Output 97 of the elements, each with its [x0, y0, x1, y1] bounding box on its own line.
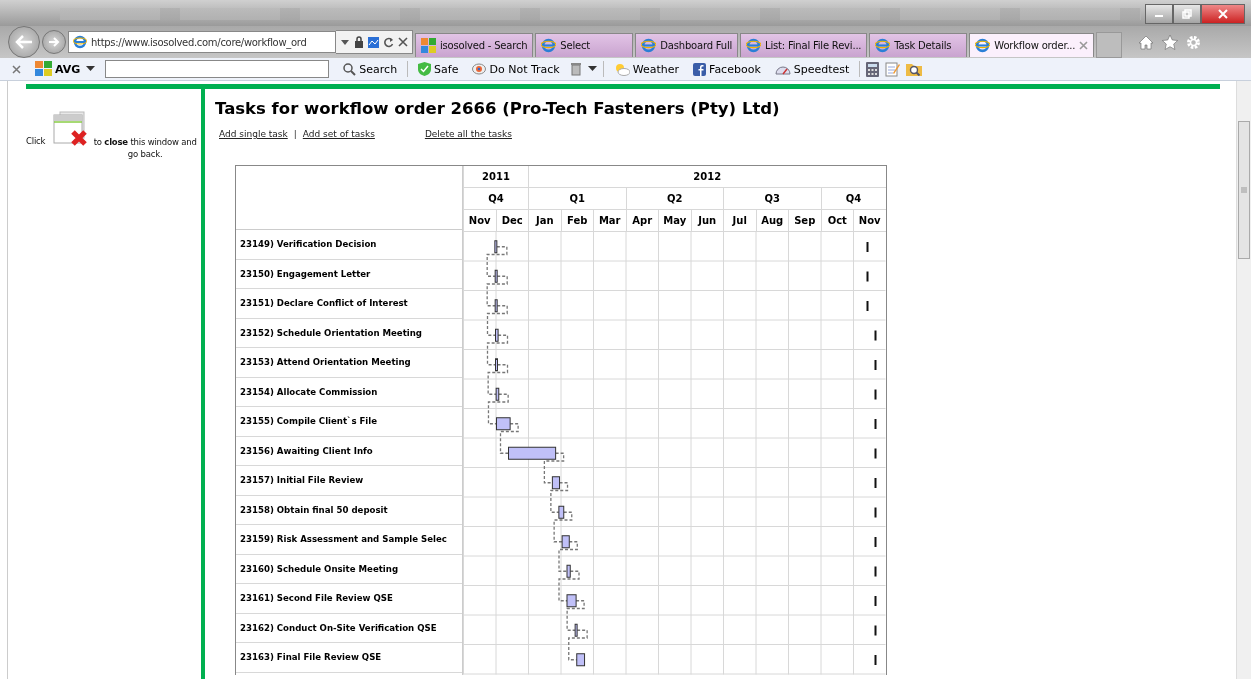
browser-tab[interactable]: Dashboard Full [635, 33, 739, 57]
instruction-text: to close this window and go back. [92, 136, 198, 160]
task-name: 23149) Verification Decision [236, 230, 462, 260]
facebook-icon [693, 62, 707, 76]
task-name: 23163) Final File Review QSE [236, 643, 462, 673]
avg-logo-icon [35, 61, 53, 77]
month-header: Feb [560, 210, 593, 231]
separator: | [293, 129, 297, 139]
quarter-header: Q4 [820, 188, 886, 209]
restore-button[interactable] [1173, 4, 1201, 24]
lock-icon[interactable] [354, 36, 364, 48]
address-bar[interactable]: https://www.isosolved.com/core/workflow_ord [68, 31, 336, 53]
browser-icon [73, 35, 87, 49]
month-header: Dec [495, 210, 528, 231]
month-header: Jul [723, 210, 756, 231]
toolbar-button[interactable]: Speedtest [774, 62, 850, 76]
task-name: 23158) Obtain final 50 deposit [236, 495, 462, 525]
grip-icon [1241, 187, 1247, 193]
home-icon[interactable] [1138, 34, 1155, 50]
close-tab-icon[interactable] [1079, 41, 1089, 50]
caret-icon[interactable] [86, 66, 96, 72]
weather-icon [613, 62, 630, 76]
toolbar-button[interactable]: Facebook [693, 62, 761, 76]
month-header: Nov [853, 210, 886, 231]
back-button[interactable] [8, 26, 40, 58]
month-header: Nov [463, 210, 496, 231]
tab-icon [875, 38, 891, 53]
tab-icon [746, 38, 762, 53]
task-name: 23151) Declare Conflict of Interest [236, 289, 462, 319]
month-header: Apr [625, 210, 658, 231]
task-name: 23156) Awaiting Client Info [236, 436, 462, 466]
tab-icon [641, 38, 657, 53]
add-single-task-link[interactable]: Add single task [219, 129, 288, 139]
toolbar-button[interactable]: Safe [418, 62, 459, 76]
month-header: Oct [820, 210, 853, 231]
arrow-right-icon [48, 37, 60, 47]
task-name: 23153) Attend Orientation Meeting [236, 348, 462, 378]
tab-icon [541, 38, 557, 53]
shield-icon [418, 62, 432, 76]
quarter-header: Q1 [528, 188, 626, 209]
trash-icon[interactable] [569, 62, 582, 76]
avg-menu[interactable]: AVG [35, 61, 81, 77]
quarter-header: Q4 [463, 188, 528, 209]
month-header: Jan [528, 210, 561, 231]
close-icon[interactable] [12, 64, 21, 74]
year-header: 2011 [463, 166, 528, 187]
search-icon [343, 62, 357, 76]
task-name: 23161) Second File Review QSE [236, 584, 462, 614]
month-header: May [658, 210, 691, 231]
tab-icon [975, 38, 991, 53]
browser-tab[interactable]: Task Details [869, 33, 968, 57]
task-name: 23150) Engagement Letter [236, 259, 462, 289]
browser-tab[interactable]: List: Final File Revi... [740, 33, 868, 57]
month-header: Sep [788, 210, 821, 231]
arrow-left-icon [15, 35, 33, 49]
quarter-header: Q3 [723, 188, 821, 209]
close-window-icon[interactable] [51, 110, 90, 148]
task-name: 23152) Schedule Orientation Meeting [236, 318, 462, 348]
quarter-header: Q2 [625, 188, 723, 209]
calculator-icon[interactable] [866, 61, 880, 77]
dropdown-icon[interactable] [340, 37, 350, 47]
year-header: 2012 [528, 166, 886, 187]
minimize-button[interactable] [1145, 4, 1173, 24]
task-name: 23154) Allocate Commission [236, 377, 462, 407]
instruction-text: Click [26, 136, 46, 146]
tab-icon [421, 38, 436, 53]
task-name: 23162) Conduct On-Site Verification QSE [236, 613, 462, 643]
delete-all-tasks-link[interactable]: Delete all the tasks [424, 129, 512, 139]
month-header: Mar [593, 210, 626, 231]
toolbar-button[interactable]: Do Not Track [472, 62, 560, 76]
restore-icon [1182, 9, 1192, 19]
folder-search-icon[interactable] [906, 62, 923, 76]
month-header: Jun [690, 210, 723, 231]
refresh-icon[interactable] [383, 36, 394, 48]
browser-tab[interactable]: Workflow order... [969, 33, 1095, 57]
task-name: 23159) Risk Assessment and Sample Selec [236, 525, 462, 555]
month-header: Aug [755, 210, 788, 231]
browser-tab[interactable]: Select [535, 33, 634, 57]
task-name: 23155) Compile Client`s File [236, 407, 462, 437]
page-title: Tasks for workflow order 2666 (Pro-Tech Fasteners (Pty) Ltd) [215, 99, 781, 118]
scrollbar[interactable] [1236, 81, 1251, 679]
compatibility-icon[interactable] [368, 36, 379, 48]
task-name: 23160) Schedule Onsite Meeting [236, 554, 462, 584]
close-icon [1218, 9, 1228, 19]
search-button[interactable]: Search [343, 62, 398, 76]
caret-icon[interactable] [587, 66, 597, 72]
toolbar-button[interactable]: Weather [613, 62, 680, 76]
star-icon[interactable] [1162, 34, 1179, 50]
eye-icon [472, 63, 487, 75]
browser-tab[interactable]: isosolved - Search [415, 33, 534, 57]
gauge-icon [774, 63, 791, 75]
add-set-of-tasks-link[interactable]: Add set of tasks [302, 129, 375, 139]
stop-icon[interactable] [398, 37, 408, 47]
search-field[interactable] [105, 60, 330, 78]
forward-button[interactable] [42, 30, 66, 54]
close-button[interactable] [1201, 4, 1245, 24]
task-name: 23157) Initial File Review [236, 466, 462, 496]
